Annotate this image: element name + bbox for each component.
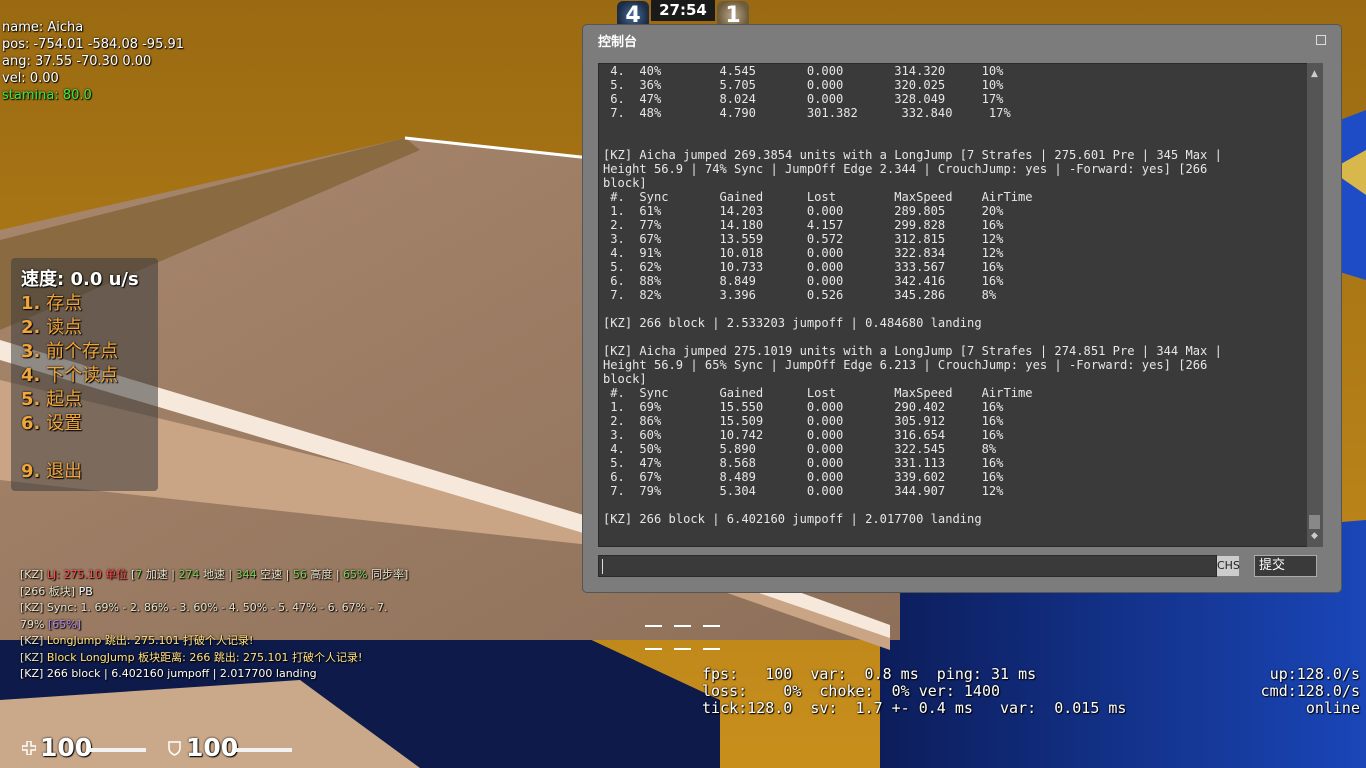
chat-line: 79% [65%]	[20, 617, 81, 631]
chat-line: [KZ] LJ: 275.10 单位 [7 加速 | 274 地速 | 344 …	[20, 568, 409, 581]
chat-line: [KZ] Sync: 1. 69% - 2. 86% - 3. 60% - 4.…	[20, 601, 388, 614]
menu-item-label: 存点	[46, 293, 83, 314]
menu-item-number: 1.	[21, 293, 41, 314]
menu-item-label: 下个读点	[46, 365, 119, 386]
console-command-input[interactable]	[598, 555, 1217, 577]
menu-item-number: 6.	[21, 413, 41, 434]
maximize-icon[interactable]	[1316, 35, 1326, 45]
menu-item-number: 9.	[21, 461, 41, 482]
kz-menu: 速度: 0.0 u/s 1. 存点 2. 读点 3. 前个存点 4. 下个读点 …	[11, 258, 158, 491]
menu-item-label: 读点	[46, 317, 83, 338]
menu-item-settings[interactable]: 6. 设置	[21, 412, 82, 436]
netgraph-row1: fps: 100 var: 0.8 ms ping: 31 ms	[702, 665, 1037, 683]
text-caret	[602, 559, 603, 574]
netgraph-status: online	[1305, 699, 1360, 717]
menu-item-next-load[interactable]: 4. 下个读点	[21, 364, 118, 388]
debug-info: name: Aicha pos: -754.01 -584.08 -95.91 …	[2, 19, 184, 104]
console-log: 4. 40% 4.545 0.000 314.320 10% 5. 36% 5.…	[598, 63, 1310, 547]
chat-line: [KZ] LongJump 跳出: 275.101 打破个人记录!	[20, 634, 254, 647]
health-cross-icon	[22, 741, 36, 755]
player-velocity: vel: 0.00	[2, 71, 59, 86]
crosshair-segment	[703, 648, 720, 650]
scrollbar-thumb[interactable]	[1309, 515, 1320, 529]
round-timer: 27:54	[651, 0, 715, 21]
netgraph-row2: loss: 0% choke: 0% ver: 1400	[702, 682, 1001, 700]
armor-value: 100	[186, 733, 239, 762]
health-bar	[89, 748, 146, 752]
armor-bar	[235, 748, 292, 752]
menu-item-exit[interactable]: 9. 退出	[21, 460, 82, 484]
player-position: pos: -754.01 -584.08 -95.91	[2, 37, 185, 52]
chat-line: [KZ] Block LongJump 板块距离: 266 跳出: 275.10…	[20, 650, 363, 664]
netgraph-cmd-rate: cmd:128.0/s	[1260, 682, 1360, 700]
chat-line: [266 板块] PB	[20, 584, 93, 598]
menu-item-save[interactable]: 1. 存点	[21, 292, 82, 316]
crosshair-segment	[674, 625, 691, 627]
menu-item-label: 前个存点	[46, 341, 119, 362]
menu-item-number: 4.	[21, 365, 41, 386]
console-title: 控制台	[598, 35, 638, 50]
chat-line: [KZ] 266 block | 6.402160 jumpoff | 2.01…	[20, 667, 317, 680]
scroll-up-icon[interactable]: ▲	[1311, 69, 1318, 79]
submit-button[interactable]: 提交	[1254, 555, 1317, 577]
crosshair-segment	[645, 625, 662, 627]
menu-item-number: 3.	[21, 341, 41, 362]
player-name: name: Aicha	[2, 20, 84, 35]
netgraph-row3: tick:128.0 sv: 1.7 +- 0.4 ms var: 0.015 …	[702, 699, 1127, 717]
scroll-down-icon[interactable]: ◆	[1311, 531, 1318, 541]
ime-indicator[interactable]: CHS	[1217, 556, 1240, 576]
crosshair-segment	[645, 648, 662, 650]
chat-feed: [KZ] LJ: 275.10 单位 [7 加速 | 274 地速 | 344 …	[20, 567, 420, 683]
player-stamina: stamina: 80.0	[2, 88, 92, 103]
console-titlebar[interactable]: 控制台	[583, 25, 1341, 53]
menu-item-label: 起点	[46, 389, 83, 410]
player-angle: ang: 37.55 -70.30 0.00	[2, 54, 152, 69]
menu-item-label: 退出	[46, 461, 83, 482]
netgraph-up-rate: up:128.0/s	[1269, 665, 1360, 683]
crosshair-segment	[674, 648, 691, 650]
menu-item-label: 设置	[46, 413, 83, 434]
crosshair-segment	[703, 625, 720, 627]
health-value: 100	[40, 733, 93, 762]
menu-item-number: 5.	[21, 389, 41, 410]
net-graph: fps: 100 var: 0.8 ms ping: 31 ms up:128.0…	[700, 666, 1360, 717]
player-hud: 100 100	[0, 733, 320, 768]
menu-item-start[interactable]: 5. 起点	[21, 388, 82, 412]
armor-shield-icon	[168, 741, 181, 756]
menu-item-prev-save[interactable]: 3. 前个存点	[21, 340, 118, 364]
menu-item-number: 2.	[21, 317, 41, 338]
menu-title: 速度: 0.0 u/s	[21, 269, 139, 290]
menu-item-load[interactable]: 2. 读点	[21, 316, 82, 340]
console-log-text: 4. 40% 4.545 0.000 314.320 10% 5. 36% 5.…	[603, 64, 1222, 526]
console-scrollbar[interactable]: ▲ ◆	[1307, 63, 1323, 547]
console-window[interactable]: 控制台 4. 40% 4.545 0.000 314.320 10% 5. 36…	[583, 25, 1341, 592]
